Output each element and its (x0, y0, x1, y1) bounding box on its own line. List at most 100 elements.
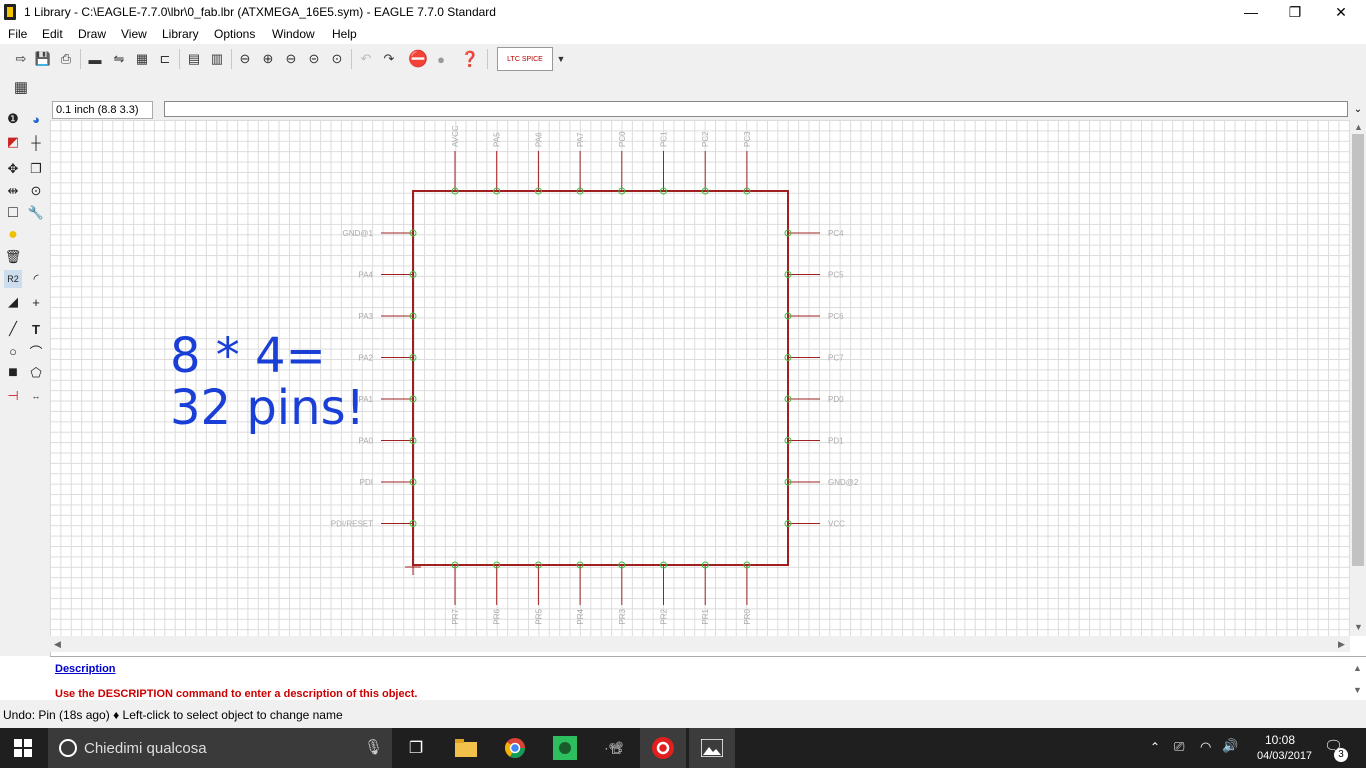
go-icon[interactable]: ● (432, 50, 450, 68)
split-icon[interactable]: ◢ (4, 293, 22, 311)
annotation-text[interactable]: 8 * 4= 32 pins! (170, 330, 365, 434)
scroll-up-icon[interactable]: ▲ (1354, 122, 1363, 132)
taskbar-search[interactable]: Chiedimi qualcosa 🎙 (48, 728, 392, 768)
zoom-select-icon[interactable]: ⊙ (328, 50, 346, 68)
layer-select-icon[interactable]: ▤ (185, 50, 203, 68)
main-toolbar: ⇨ 💾 ⎙ ▬ ⇋ ▦ ⊏ ▤ ▥ ⊖ ⊕ ⊖ ⊝ ⊙ ↶ ↷ ⛔ ● ❓ LT… (0, 44, 1366, 75)
volume-icon[interactable]: 🔊 (1222, 738, 1238, 754)
menu-edit[interactable]: Edit (42, 27, 63, 41)
delete-icon[interactable]: 🗑 (4, 248, 22, 266)
paste-icon[interactable]: ● (4, 226, 22, 244)
dimension-icon[interactable]: ↔ (27, 387, 45, 405)
move-icon[interactable]: ✥ (4, 160, 22, 178)
help-icon[interactable]: ❓ (461, 50, 480, 68)
cam-icon[interactable]: ▬ (86, 50, 104, 68)
pin-label-bottom: PR6 (493, 608, 502, 624)
rect-icon[interactable]: ■ (4, 364, 22, 382)
menu-draw[interactable]: Draw (78, 27, 106, 41)
name-icon[interactable]: R2 (4, 270, 22, 288)
change-icon[interactable]: 🔧 (27, 204, 45, 222)
clock-date[interactable]: 04/03/2017 (1257, 750, 1312, 762)
zoom-redraw-icon[interactable]: ⊝ (305, 50, 323, 68)
pin-label-top: PC1 (660, 131, 669, 147)
pin-label-bottom: PR7 (451, 608, 460, 624)
close-button[interactable]: ✕ (1318, 0, 1364, 24)
miter-icon[interactable]: ◜ (27, 270, 45, 288)
display-icon[interactable]: ▥ (208, 50, 226, 68)
vertical-scrollbar[interactable]: ▲ ▼ (1350, 120, 1366, 636)
drawing-canvas[interactable]: AVCC PA5 PA6 PA7 PC0 PC1 PC2 PC3 PR7 PR6 PR5 PR4 PR3… (50, 120, 1350, 636)
task-view-icon[interactable]: ❐ (393, 728, 439, 768)
redo-icon[interactable]: ↷ (380, 50, 398, 68)
polygon-icon[interactable]: ⬠ (27, 364, 45, 382)
windows-start-icon[interactable] (0, 728, 46, 768)
menu-file[interactable]: File (8, 27, 27, 41)
menu-view[interactable]: View (121, 27, 147, 41)
command-input[interactable] (164, 101, 1348, 117)
zoom-fit-icon[interactable]: ⊖ (236, 50, 254, 68)
clock-time[interactable]: 10:08 (1265, 733, 1295, 747)
ulp-icon[interactable]: ▦ (133, 50, 151, 68)
desc-scroll-up-icon[interactable]: ▲ (1353, 663, 1362, 673)
pin-label-right: PC4 (828, 229, 844, 238)
pin-label-right: PC6 (828, 312, 844, 321)
microphone-icon[interactable]: 🎙 (364, 738, 383, 756)
pin-add-icon[interactable]: ⊣ (4, 387, 22, 405)
menu-options[interactable]: Options (214, 27, 255, 41)
evernote-icon[interactable] (542, 728, 588, 768)
wifi-icon[interactable]: ◠ (1200, 739, 1211, 755)
show-icon[interactable]: ◕ (27, 110, 45, 128)
scroll-down-icon[interactable]: ▼ (1354, 622, 1363, 632)
undo-icon[interactable]: ↶ (357, 50, 375, 68)
circle-icon[interactable]: ○ (4, 342, 22, 360)
rotate-icon[interactable]: ⊙ (27, 182, 45, 200)
network-icon[interactable]: ⎚ (1174, 739, 1184, 755)
pin-label-bottom: PR2 (660, 608, 669, 624)
scroll-right-icon[interactable]: ▶ (1338, 639, 1345, 650)
zoom-out-icon[interactable]: ⊖ (282, 50, 300, 68)
copy-icon[interactable]: ❐ (27, 160, 45, 178)
display-layers-icon[interactable]: ◩ (4, 133, 22, 151)
chevron-down-icon[interactable]: ▼ (552, 50, 570, 68)
horizontal-scrollbar[interactable]: ◀ ▶ (50, 636, 1350, 652)
script-icon[interactable]: ⊏ (156, 50, 174, 68)
scroll-left-icon[interactable]: ◀ (54, 639, 61, 650)
media-app-icon[interactable]: ·📽 (591, 728, 637, 768)
mark-icon[interactable]: ┼ (27, 133, 45, 151)
save-icon[interactable]: 💾 (34, 50, 52, 68)
menu-help[interactable]: Help (332, 27, 357, 41)
command-history-dropdown[interactable]: ⌄ (1350, 101, 1366, 117)
vertical-scroll-thumb[interactable] (1352, 134, 1364, 566)
pin-label-bottom: PR5 (534, 608, 543, 624)
pin-label-top: PA7 (576, 132, 585, 147)
photos-icon[interactable] (689, 728, 735, 768)
chrome-icon[interactable] (492, 728, 538, 768)
pin-label-right: GND@2 (828, 478, 859, 487)
stop-icon[interactable]: ⛔ (408, 50, 428, 68)
maximize-button[interactable]: ❐ (1272, 0, 1318, 24)
board-switch-icon[interactable]: ⇋ (110, 50, 128, 68)
zoom-in-icon[interactable]: ⊕ (259, 50, 277, 68)
description-link[interactable]: Description (55, 663, 116, 675)
group-icon[interactable]: □ (4, 204, 22, 222)
menu-library[interactable]: Library (162, 27, 199, 41)
open-icon[interactable]: ⇨ (12, 50, 30, 68)
tray-chevron-icon[interactable]: ⌃ (1150, 740, 1160, 754)
pin-icon[interactable]: + (27, 293, 45, 311)
desc-scroll-down-icon[interactable]: ▼ (1353, 685, 1362, 695)
pin-label-top: AVCC (451, 125, 460, 147)
mirror-icon[interactable]: ⇹ (4, 182, 22, 200)
arc-icon[interactable]: ⌒ (27, 342, 45, 360)
eagle-taskbar-icon[interactable] (640, 728, 686, 768)
text-icon[interactable]: T (27, 320, 45, 338)
wire-icon[interactable]: ╱ (4, 320, 22, 338)
info-icon[interactable]: ❶ (4, 110, 22, 128)
title-bar: 1 Library - C:\EAGLE-7.7.0\lbr\0_fab.lbr… (0, 0, 1366, 24)
pin-label-left: GND@1 (343, 229, 374, 238)
ltspice-button[interactable]: LTC SPICE (497, 47, 553, 71)
menu-window[interactable]: Window (272, 27, 315, 41)
file-explorer-icon[interactable] (443, 728, 489, 768)
grid-icon[interactable]: ▦ (12, 78, 30, 96)
minimize-button[interactable]: — (1228, 0, 1274, 24)
print-icon[interactable]: ⎙ (57, 50, 75, 68)
